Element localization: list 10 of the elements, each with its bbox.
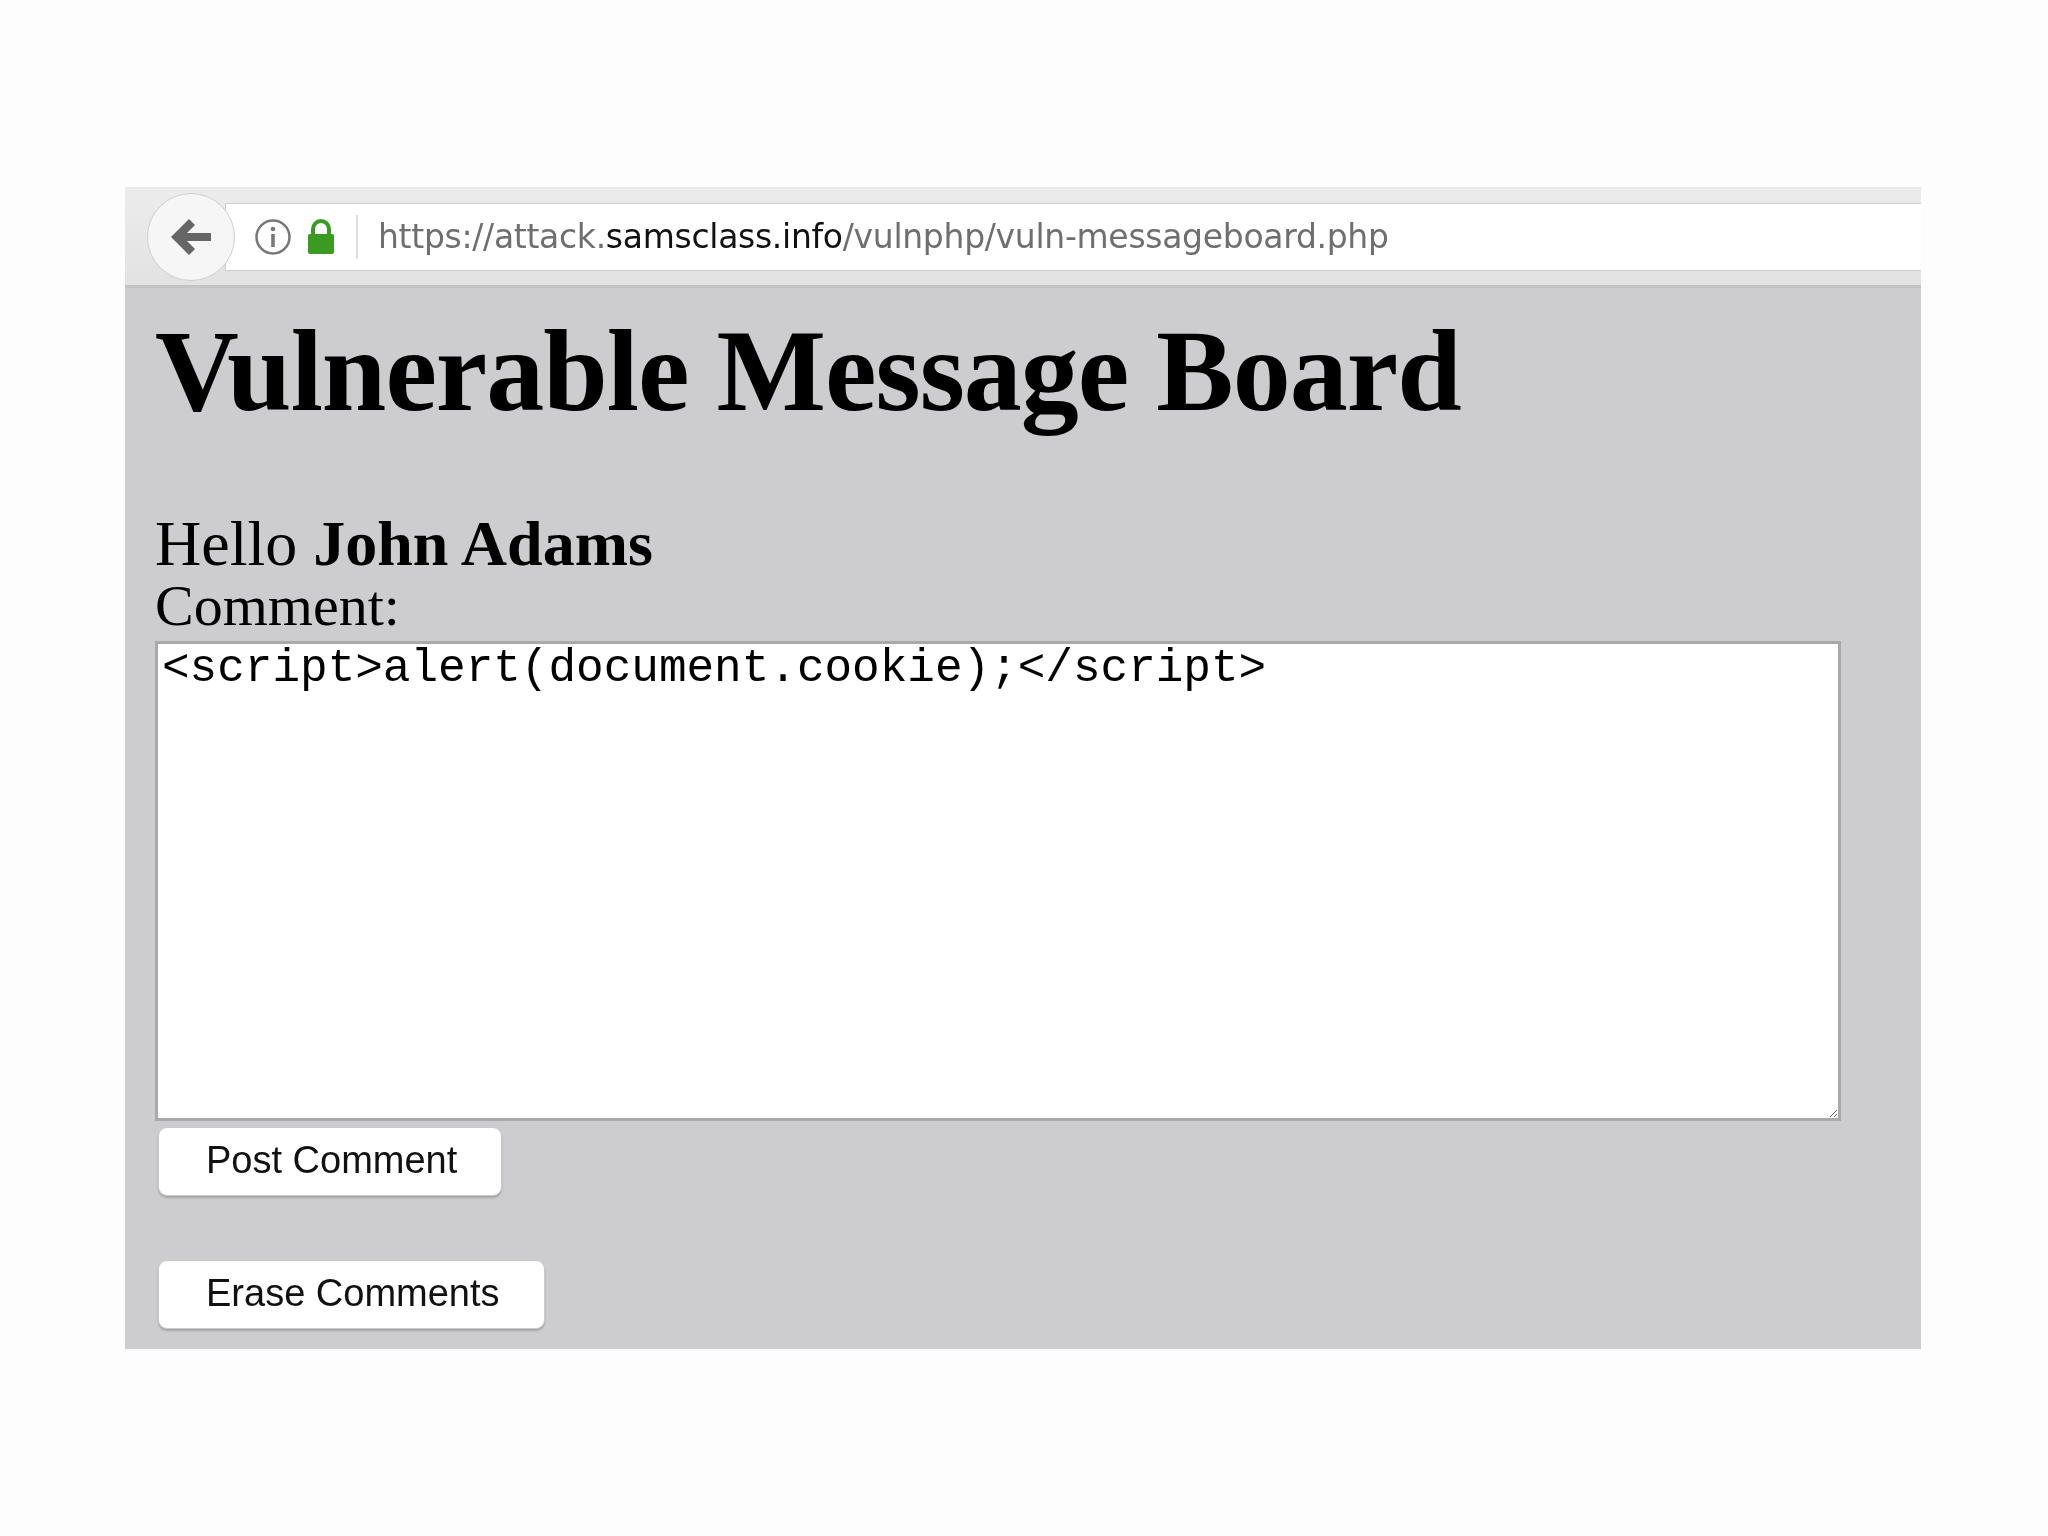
- info-icon[interactable]: [254, 218, 292, 257]
- back-arrow-icon: [169, 217, 213, 258]
- greeting-text: Hello John Adams: [155, 509, 654, 577]
- comment-label: Comment:: [155, 577, 401, 635]
- address-bar[interactable]: https://attack.samsclass.info/vulnphp/vuln-messageboard.php: [225, 203, 1921, 272]
- post-button[interactable]: Post Comment: [158, 1127, 503, 1196]
- comment-field[interactable]: <script>alert(document.cookie);</script>: [155, 641, 1841, 1121]
- page-heading: Vulnerable Message Board: [155, 308, 1462, 436]
- url-text: https://attack.samsclass.info/vulnphp/vuln-messageboard.php: [378, 216, 1389, 259]
- erase-button[interactable]: Erase Comments: [158, 1260, 545, 1329]
